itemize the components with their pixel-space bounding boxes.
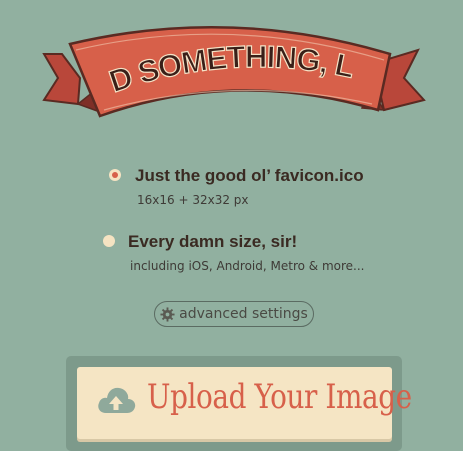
option-title: Just the good ol’ favicon.ico bbox=[135, 166, 364, 185]
upload-image-button[interactable]: Upload Your Image bbox=[77, 367, 412, 439]
advanced-settings-label: advanced settings bbox=[179, 306, 308, 322]
advanced-settings-button[interactable]: advanced settings bbox=[154, 301, 314, 327]
ribbon-graphic: NEED SOMETHING, LAD? bbox=[0, 0, 426, 118]
option-subtitle: including iOS, Android, Metro & more... bbox=[130, 259, 365, 273]
radio-favicon-only[interactable] bbox=[109, 169, 121, 181]
cloud-upload-icon bbox=[96, 383, 136, 420]
option-subtitle: 16x16 + 32x32 px bbox=[137, 193, 249, 207]
gear-icon bbox=[160, 306, 175, 322]
header-banner: NEED SOMETHING, LAD? bbox=[0, 0, 463, 140]
option-title: Every damn size, sir! bbox=[128, 232, 298, 251]
upload-button-label: Upload Your Image bbox=[147, 377, 412, 417]
radio-every-size[interactable] bbox=[103, 235, 115, 247]
